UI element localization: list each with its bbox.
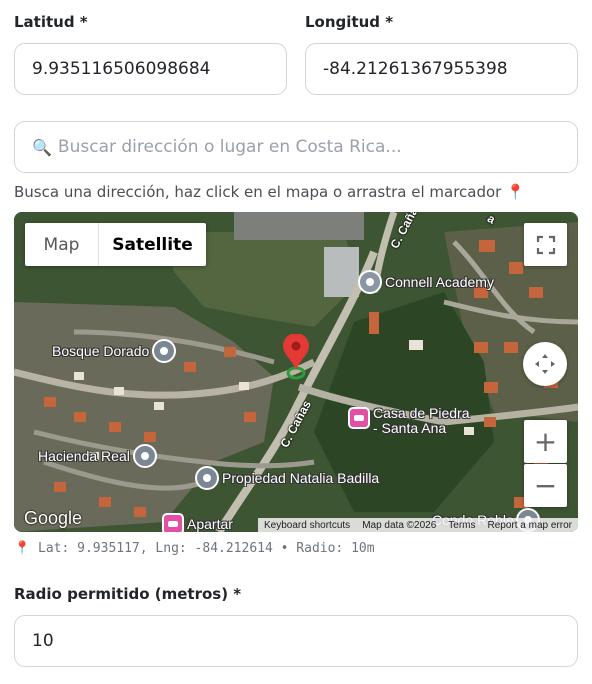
help-text: Busca una dirección, haz click en el map…: [14, 183, 525, 201]
map-type-control: Map Satellite: [25, 223, 206, 266]
school-icon: [358, 270, 382, 294]
poi-hacienda-real[interactable]: Hacienda Real: [38, 444, 157, 468]
search-input[interactable]: 🔍 Buscar dirección o lugar en Costa Rica…: [14, 121, 578, 173]
zoom-out-button[interactable]: −: [524, 464, 567, 507]
move-arrows-icon: [535, 354, 555, 374]
terms-link[interactable]: Terms: [448, 520, 475, 531]
latitude-label: Latitud *: [14, 13, 88, 31]
poi-casa-de-piedra[interactable]: Casa de Piedra - Santa Ana: [348, 400, 470, 435]
pan-control[interactable]: [523, 342, 567, 386]
lodging-icon: [348, 406, 370, 429]
search-placeholder: Buscar dirección o lugar en Costa Rica..…: [57, 137, 402, 157]
place-pin-icon: [132, 444, 157, 468]
place-pin-icon: [152, 339, 177, 363]
longitude-label: Longitud *: [305, 13, 394, 31]
search-icon: 🔍: [32, 137, 52, 157]
map-attribution: Keyboard shortcuts Map data ©2026 Terms …: [258, 518, 578, 532]
coordinates-readout: 📍 Lat: 9.935117, Lng: -84.212614 • Radio…: [14, 541, 375, 556]
google-logo: Google: [24, 508, 83, 528]
map-data-text: Map data ©2026: [362, 519, 437, 531]
fullscreen-button[interactable]: [524, 223, 567, 266]
latitude-field[interactable]: 9.935116506098684: [14, 43, 287, 95]
poi-connell-academy[interactable]: Connell Academy: [358, 270, 494, 294]
radius-field[interactable]: 10: [14, 615, 578, 667]
poi-propiedad-natalia-badilla[interactable]: Propiedad Natalia Badilla: [195, 466, 379, 490]
map-type-satellite-button[interactable]: Satellite: [99, 223, 206, 266]
radius-label: Radio permitido (metros) *: [14, 585, 242, 603]
zoom-in-button[interactable]: +: [524, 420, 567, 463]
place-pin-icon: [195, 466, 219, 490]
longitude-field[interactable]: -84.21261367955398: [305, 43, 578, 95]
fullscreen-icon: [536, 235, 555, 254]
poi-apartar[interactable]: Apartar: [162, 513, 233, 532]
report-error-link[interactable]: Report a map error: [488, 520, 572, 531]
poi-bosque-dorado[interactable]: Bosque Dorado: [52, 339, 177, 363]
map-type-map-button[interactable]: Map: [25, 223, 99, 266]
map-canvas[interactable]: Map Satellite + − Connell Academy Bosque…: [14, 212, 578, 532]
location-marker-icon[interactable]: [282, 334, 310, 382]
keyboard-shortcuts-link[interactable]: Keyboard shortcuts: [264, 520, 350, 531]
lodging-icon: [162, 513, 184, 532]
